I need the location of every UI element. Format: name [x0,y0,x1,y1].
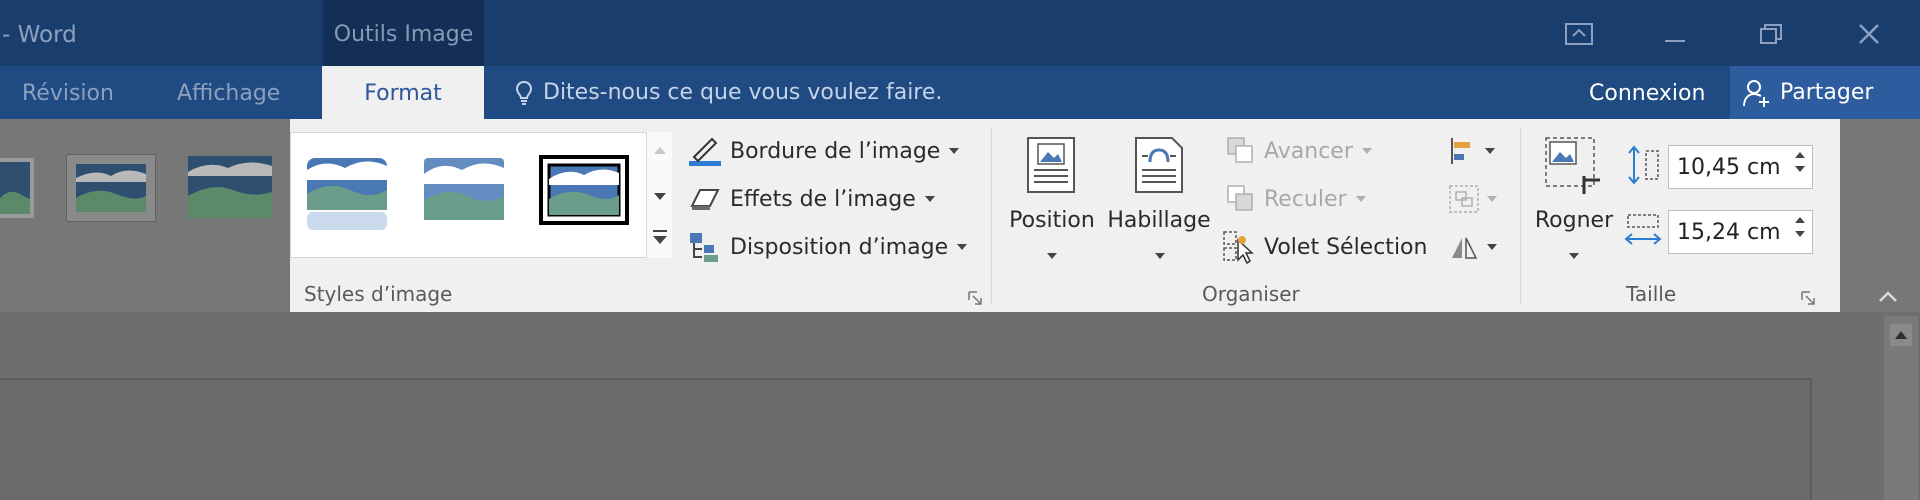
ribbon-display-icon [1565,23,1593,45]
picture-style-thumb [66,154,156,222]
picture-effects-label: Effets de l’image [730,186,916,212]
dropdown-arrow-icon [949,148,960,154]
chevron-up-icon [1879,291,1897,302]
spin-down-icon[interactable] [1794,165,1806,173]
contextual-tab-label: Outils Image [323,0,484,66]
sign-in-link[interactable]: Connexion [1589,66,1705,119]
picture-border-label: Bordure de l’image [730,138,941,164]
wrap-text-label: Habillage [1107,208,1211,233]
send-backward-icon [1227,185,1253,211]
height-icon [1628,145,1659,185]
position-label: Position [1009,208,1095,233]
tab-affichage[interactable]: Affichage [177,66,280,119]
tell-me-box[interactable]: Dites-nous ce que vous voulez faire. [515,66,942,119]
picture-style-reflected[interactable] [305,154,389,234]
close-button[interactable] [1846,14,1892,54]
height-value: 10,45 cm [1677,154,1781,180]
group-objects-icon [1449,185,1479,213]
size-group-label: Taille [1626,282,1677,306]
minimize-icon [1665,40,1685,42]
effects-icon [690,189,720,210]
width-value: 15,24 cm [1677,219,1781,245]
height-input[interactable]: 10,45 cm [1668,145,1813,189]
picture-layout-label: Disposition d’image [730,234,949,260]
dialog-launcher-icon[interactable] [1800,290,1816,306]
picture-layout-icon [690,233,718,262]
spin-up-icon[interactable] [1794,216,1806,224]
dropdown-arrow-icon [1355,196,1366,202]
rotate-icon [1452,237,1478,259]
send-backward-button[interactable]: Reculer [1226,181,1367,217]
arrange-group-label: Organiser [1202,282,1300,306]
wrap-text-icon [1135,137,1183,193]
crop-button[interactable]: Rogner [1530,132,1618,272]
dropdown-arrow-icon [1047,253,1057,259]
dropdown-arrow-icon [957,244,968,250]
rotate-button[interactable] [1448,229,1502,265]
gallery-more-icon[interactable] [650,228,670,248]
group-objects-button[interactable] [1448,181,1502,217]
bring-forward-label: Avancer [1264,138,1353,164]
position-button[interactable]: Position [1002,132,1098,272]
picture-style-soft-edge[interactable] [422,156,506,222]
selection-pane-icon [1223,231,1254,264]
title-bar [0,0,1920,66]
align-button[interactable] [1448,133,1502,169]
dropdown-arrow-icon [1487,244,1497,250]
crop-icon [1545,137,1600,194]
wrap-text-button[interactable]: Habillage [1104,132,1214,272]
pencil-border-icon [689,137,721,166]
selection-pane-button[interactable]: Volet Sélection [1222,229,1427,265]
dropdown-arrow-icon [924,196,935,202]
picture-border-button[interactable]: Bordure de l’image [688,133,960,169]
picture-style-thumb [0,158,34,218]
picture-style-thumb [188,156,272,218]
restore-icon [1760,24,1782,44]
spin-down-icon[interactable] [1794,230,1806,238]
picture-layout-button[interactable]: Disposition d’image [688,229,968,265]
collapse-ribbon-button[interactable] [1870,282,1906,312]
width-input[interactable]: 15,24 cm [1668,210,1813,254]
close-icon [1859,24,1879,44]
window-title: - Word [2,22,77,48]
scroll-up-arrow-icon[interactable] [1890,324,1912,346]
send-backward-label: Reculer [1264,186,1347,212]
gallery-scroll-down-icon[interactable] [652,190,668,202]
picture-effects-button[interactable]: Effets de l’image [688,181,936,217]
restore-button[interactable] [1748,14,1794,54]
dropdown-arrow-icon [1361,148,1372,154]
share-button[interactable]: Partager [1730,66,1920,119]
gallery-scroll-up-icon[interactable] [652,144,668,156]
dropdown-arrow-icon [1487,196,1497,202]
dropdown-arrow-icon [1569,253,1579,259]
selection-pane-label: Volet Sélection [1264,234,1428,260]
add-person-icon [1743,79,1769,107]
dropdown-arrow-icon [1155,253,1165,259]
tell-me-text: Dites-nous ce que vous voulez faire. [543,80,943,105]
document-page[interactable] [0,378,1812,500]
width-icon [1624,214,1662,245]
crop-label: Rogner [1534,208,1614,233]
position-icon [1027,137,1075,193]
minimize-button[interactable] [1652,14,1698,54]
spin-up-icon[interactable] [1794,151,1806,159]
lightbulb-icon [515,80,533,105]
dialog-launcher-icon[interactable] [967,290,983,306]
bring-forward-button[interactable]: Avancer [1226,133,1373,169]
align-icon [1451,138,1470,164]
share-label: Partager [1780,80,1874,105]
group-separator [991,128,992,304]
bring-forward-icon [1227,137,1253,163]
group-separator [1520,128,1521,304]
tab-format[interactable]: Format [322,66,484,119]
picture-style-black-frame[interactable] [539,155,629,225]
ribbon-display-options-button[interactable] [1556,14,1602,54]
styles-group-label: Styles d’image [304,282,453,306]
tab-revision[interactable]: Révision [22,66,114,119]
dropdown-arrow-icon [1485,148,1495,154]
